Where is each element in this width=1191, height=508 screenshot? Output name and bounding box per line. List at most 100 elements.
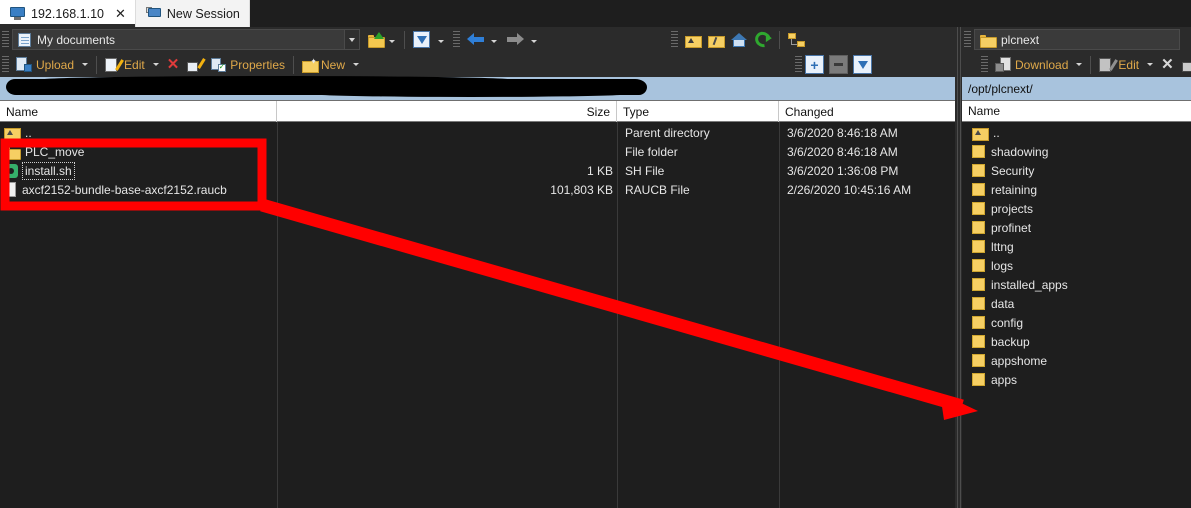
table-row[interactable]: PLC_move File folder 3/6/2020 8:46:18 AM	[0, 142, 955, 161]
toolbar-separator	[293, 55, 294, 74]
remove-view-button[interactable]	[829, 55, 849, 74]
file-name-cell[interactable]: install.sh	[4, 161, 75, 180]
properties-button[interactable]: ✓ Properties	[207, 54, 289, 75]
view-filter-button[interactable]	[853, 55, 873, 74]
file-name: PLC_move	[25, 144, 85, 159]
back-button[interactable]	[463, 29, 488, 50]
folder-icon	[972, 354, 985, 367]
plus-icon: +	[810, 56, 819, 73]
list-item[interactable]: Security	[962, 161, 1191, 180]
location-combo-label: My documents	[37, 32, 116, 47]
folder-icon	[972, 297, 985, 310]
left-address-bar[interactable]	[0, 76, 955, 101]
toolbar-separator	[1090, 55, 1092, 74]
file-size: 1 KB	[586, 163, 613, 178]
list-item[interactable]: logs	[962, 256, 1191, 275]
chevron-down-icon[interactable]	[152, 63, 159, 66]
toolbar-grip[interactable]	[2, 30, 9, 49]
column-header-name[interactable]: Name	[0, 101, 277, 122]
new-button[interactable]: ✦ New	[298, 54, 363, 75]
left-file-list: .. Parent directory 3/6/2020 8:46:18 AM …	[0, 123, 955, 199]
chevron-down-icon[interactable]	[353, 63, 360, 66]
list-item[interactable]: apps	[962, 370, 1191, 389]
folder-name: ..	[993, 125, 1000, 140]
root-directory-button[interactable]	[704, 29, 727, 50]
filter-button[interactable]	[409, 29, 434, 50]
edit-button[interactable]: Edit	[101, 54, 163, 75]
forward-button[interactable]	[503, 29, 528, 50]
toolbar-grip[interactable]	[981, 55, 989, 74]
toolbar-grip[interactable]	[2, 55, 9, 74]
list-item[interactable]: data	[962, 294, 1191, 313]
list-item[interactable]: shadowing	[962, 142, 1191, 161]
file-type: Parent directory	[625, 125, 710, 140]
home-directory-button[interactable]	[727, 29, 751, 50]
rename-button-right[interactable]	[1178, 54, 1191, 75]
tab-session-active[interactable]: 192.168.1.10 ✕	[0, 0, 135, 27]
list-item[interactable]: config	[962, 313, 1191, 332]
file-changed: 2/26/2020 10:45:16 AM	[787, 182, 912, 197]
chevron-down-icon[interactable]	[1076, 63, 1083, 66]
tab-new-session[interactable]: New Session	[134, 0, 250, 27]
parent-directory-button[interactable]	[681, 29, 704, 50]
close-icon[interactable]: ✕	[115, 7, 126, 20]
monitor-icon	[10, 7, 25, 20]
chevron-down-icon[interactable]	[344, 30, 359, 49]
toolbar-grip[interactable]	[453, 30, 460, 49]
list-item[interactable]: installed_apps	[962, 275, 1191, 294]
column-header-size[interactable]: Size	[277, 101, 617, 122]
chevron-down-icon[interactable]	[491, 40, 497, 43]
toolbar-grip[interactable]	[964, 30, 971, 49]
open-directory-button[interactable]	[364, 29, 387, 50]
show-tree-button[interactable]	[784, 29, 809, 50]
right-address-bar[interactable]: /opt/plcnext/	[962, 77, 1191, 101]
folder-icon	[972, 240, 985, 253]
edit-button-right[interactable]: Edit	[1095, 54, 1157, 75]
file-name: axcf2152-bundle-base-axcf2152.raucb	[22, 182, 227, 197]
minus-icon	[834, 63, 844, 66]
table-row[interactable]: axcf2152-bundle-base-axcf2152.raucb 101,…	[0, 180, 955, 199]
file-name-cell[interactable]: axcf2152-bundle-base-axcf2152.raucb	[4, 180, 227, 199]
properties-icon: ✓	[211, 57, 227, 72]
location-combo[interactable]: My documents	[12, 29, 360, 50]
folder-name: config	[991, 315, 1024, 330]
chevron-down-icon[interactable]	[438, 40, 444, 43]
redaction-overlay	[6, 76, 647, 97]
toolbar-grip[interactable]	[671, 30, 678, 49]
file-name-cell[interactable]: PLC_move	[4, 142, 84, 161]
toolbar-separator	[779, 30, 780, 49]
delete-button[interactable]: ✕	[163, 54, 184, 75]
list-item[interactable]: retaining	[962, 180, 1191, 199]
list-item[interactable]: backup	[962, 332, 1191, 351]
delete-button-right[interactable]: ✕	[1157, 54, 1178, 75]
folder-name: profinet	[991, 220, 1032, 235]
chevron-down-icon[interactable]	[1147, 63, 1154, 66]
add-view-button[interactable]: +	[805, 55, 825, 74]
column-header-changed[interactable]: Changed	[779, 101, 955, 122]
folder-name: appshome	[991, 353, 1048, 368]
list-item[interactable]: projects	[962, 199, 1191, 218]
pane-splitter[interactable]	[955, 27, 962, 508]
chevron-down-icon[interactable]	[389, 40, 395, 43]
refresh-button[interactable]	[751, 28, 775, 51]
file-name-cell[interactable]: ..	[4, 123, 32, 142]
chevron-down-icon[interactable]	[82, 63, 89, 66]
right-location-combo[interactable]: plcnext	[974, 29, 1180, 50]
table-row[interactable]: .. Parent directory 3/6/2020 8:46:18 AM	[0, 123, 955, 142]
right-column-header[interactable]: Name	[962, 101, 1191, 122]
download-button[interactable]: Download	[991, 54, 1086, 75]
list-item[interactable]: ..	[962, 123, 1191, 142]
toolbar-grip[interactable]	[795, 55, 803, 74]
list-item[interactable]: profinet	[962, 218, 1191, 237]
upload-button[interactable]: Upload	[12, 54, 92, 75]
folder-up-icon	[972, 126, 989, 141]
column-header-type[interactable]: Type	[617, 101, 779, 122]
list-item[interactable]: appshome	[962, 351, 1191, 370]
rename-button[interactable]	[183, 54, 207, 75]
home-icon	[731, 32, 747, 47]
chevron-down-icon[interactable]	[531, 40, 537, 43]
folder-icon	[972, 164, 985, 177]
table-row[interactable]: install.sh 1 KB SH File 3/6/2020 1:36:08…	[0, 161, 955, 180]
list-item[interactable]: lttng	[962, 237, 1191, 256]
filter-icon	[413, 31, 430, 48]
